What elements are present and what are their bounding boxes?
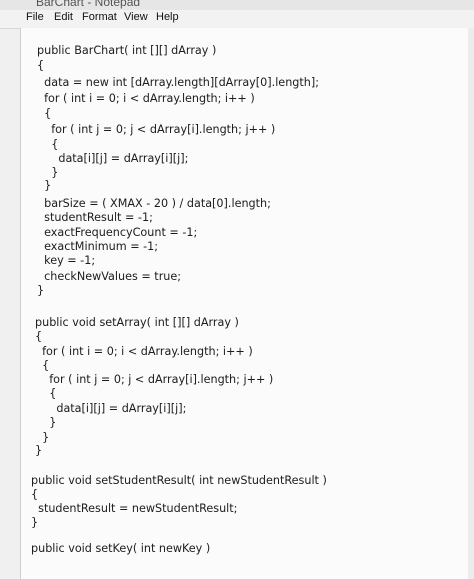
code-line: public void setStudentResult( int newStu… <box>31 474 327 487</box>
code-line: public void setArray( int [][] dArray ) <box>35 316 239 329</box>
code-line: { <box>31 488 39 501</box>
code-line: key = -1; <box>37 254 96 267</box>
code-line: for ( int j = 0; j < dArray[i].length; j… <box>35 373 274 386</box>
code-line: { <box>35 387 57 400</box>
code-line: data = new int [dArray.length][dArray[0]… <box>37 76 319 89</box>
code-line: } <box>35 444 43 457</box>
code-line: { <box>35 359 50 372</box>
code-line: for ( int i = 0; i < dArray.length; i++ … <box>37 92 255 105</box>
code-line: barSize = ( XMAX - 20 ) / data[0].length… <box>37 197 271 210</box>
code-line: data[i][j] = dArray[i][j]; <box>35 402 187 415</box>
code-line: studentResult = newStudentResult; <box>31 502 238 515</box>
window-title: BarChart - Notepad <box>36 0 141 9</box>
text-editor-area[interactable]: public BarChart( int [][] dArray ) { dat… <box>20 28 474 579</box>
code-line: for ( int j = 0; j < dArray[i].length; j… <box>37 123 276 136</box>
code-line: data[i][j] = dArray[i][j]; <box>37 152 189 165</box>
code-line: { <box>37 107 52 120</box>
code-line: studentResult = -1; <box>37 211 153 224</box>
code-line: } <box>37 166 59 179</box>
code-line: public void setKey( int newKey ) <box>31 542 211 555</box>
menu-help[interactable]: Help <box>154 11 181 23</box>
menu-edit[interactable]: Edit <box>52 11 75 23</box>
code-line: } <box>35 431 50 444</box>
notepad-window: BarChart - Notepad File Edit Format View… <box>0 0 474 579</box>
title-bar[interactable]: BarChart - Notepad <box>0 0 474 10</box>
code-line: checkNewValues = true; <box>37 270 182 283</box>
code-line: for ( int i = 0; i < dArray.length; i++ … <box>35 345 253 358</box>
code-line: public BarChart( int [][] dArray ) <box>37 44 217 57</box>
code-line: } <box>35 416 57 429</box>
code-line: { <box>37 59 45 72</box>
menu-bar: File Edit Format View Help <box>0 10 474 29</box>
code-line: { <box>37 138 59 151</box>
code-line: } <box>31 516 39 529</box>
code-line: exactMinimum = -1; <box>37 240 159 253</box>
menu-file[interactable]: File <box>24 11 46 23</box>
code-line: } <box>37 284 45 297</box>
vertical-scrollbar[interactable] <box>468 28 474 579</box>
code-line: { <box>35 330 43 343</box>
menu-view[interactable]: View <box>122 11 150 23</box>
code-line: exactFrequencyCount = -1; <box>37 226 198 239</box>
code-line: } <box>37 179 52 192</box>
menu-format[interactable]: Format <box>80 11 119 23</box>
